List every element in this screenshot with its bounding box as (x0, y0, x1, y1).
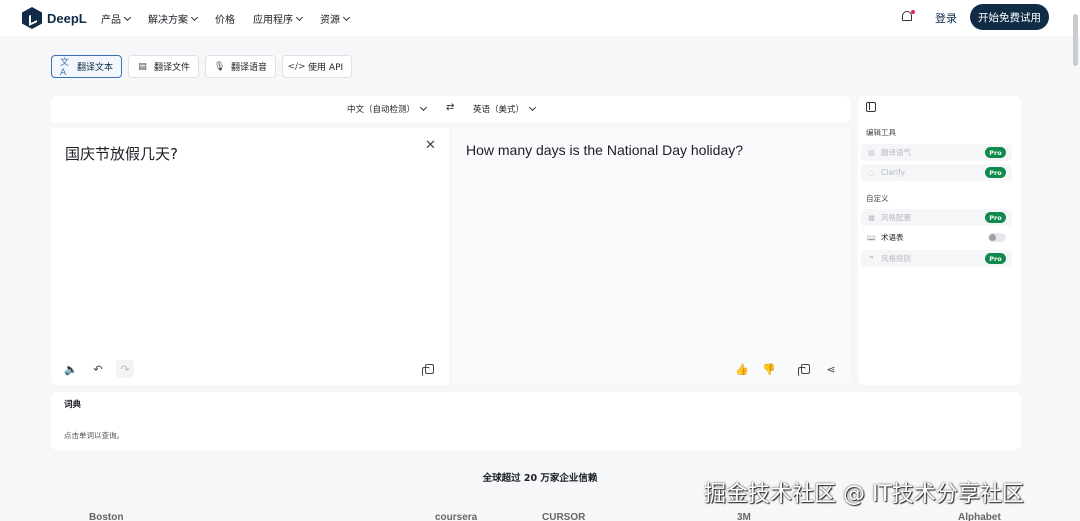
mic-icon: 🎙 (213, 61, 226, 72)
redo-icon[interactable]: ↷ (116, 360, 134, 378)
side-panel: 编辑工具 ▤ 翻译语气 Pro ◌ Clarify Pro 自定义 ▦ 风格配置… (858, 96, 1021, 385)
deepl-logo-icon (22, 7, 42, 29)
style-config-icon: ▦ (868, 213, 875, 222)
mode-tabs: 文A 翻译文本 ▤ 翻译文件 🎙 翻译语音 </> 使用 API (51, 55, 353, 78)
source-text-input[interactable]: 国庆节放假几天? (65, 143, 178, 164)
dictionary-panel: 词典 点击单词以查询。 (51, 392, 1021, 450)
pro-badge: Pro (985, 147, 1006, 158)
top-header: DeepL 产品 解决方案 价格 应用程序 资源 登录 开始免费试用 (0, 0, 1080, 36)
side-item-tone[interactable]: ▤ 翻译语气 Pro (861, 144, 1012, 161)
copy-translation-icon[interactable] (796, 360, 814, 378)
section-customize: 自定义 (866, 194, 889, 203)
nav-solutions[interactable]: 解决方案 (148, 11, 199, 26)
section-edit-tools: 编辑工具 (866, 128, 896, 137)
main-nav: 产品 解决方案 价格 应用程序 资源 (101, 11, 351, 26)
chevron-down-icon (295, 13, 304, 21)
notification-dot (911, 10, 915, 14)
source-language-select[interactable]: 中文（自动检测） (347, 103, 428, 115)
tab-translate-voice[interactable]: 🎙 翻译语音 (205, 55, 277, 78)
translation-output: How many days is the National Day holida… (466, 142, 744, 158)
nav-resources[interactable]: 资源 (320, 11, 351, 26)
pro-badge: Pro (985, 253, 1006, 264)
nav-products[interactable]: 产品 (101, 11, 132, 26)
nav-apps[interactable]: 应用程序 (253, 11, 304, 26)
translate-icon: 文A (60, 58, 70, 78)
logo-boston: Boston (89, 512, 124, 521)
chevron-down-icon (342, 13, 351, 21)
side-item-style-config[interactable]: ▦ 风格配置 Pro (861, 209, 1012, 226)
customer-logos: Boston coursera CURSOR 3M Alphabet (0, 510, 1080, 521)
target-language-select[interactable]: 英语（美式） (473, 103, 537, 115)
clear-text-icon[interactable]: ✕ (425, 138, 436, 153)
watermark: 掘金技术社区 @ IT技术分享社区 (704, 482, 1024, 507)
logo-alphabet: Alphabet (958, 512, 1001, 521)
chevron-down-icon (528, 103, 537, 112)
start-free-trial-button[interactable]: 开始免费试用 (970, 4, 1049, 30)
chevron-down-icon (123, 13, 132, 21)
clarify-icon: ◌ (868, 168, 875, 177)
side-item-style-rules[interactable]: ❞ 风格规则 Pro (861, 250, 1012, 267)
glossary-toggle[interactable] (988, 233, 1006, 242)
thumbs-down-icon[interactable]: 👎 (760, 360, 778, 378)
nav-pricing[interactable]: 价格 (215, 11, 235, 26)
logo-coursera: coursera (435, 512, 478, 521)
source-text-pane[interactable]: 国庆节放假几天? ✕ 🔈 ↶ ↷ (51, 128, 449, 385)
quote-icon: ❞ (869, 254, 874, 263)
dictionary-title: 词典 (64, 400, 82, 410)
side-item-glossary[interactable]: 📖 术语表 (861, 229, 1012, 246)
login-link[interactable]: 登录 (935, 10, 957, 26)
code-icon: </> (287, 61, 306, 72)
book-icon: 📖 (867, 233, 876, 242)
dictionary-hint: 点击单词以查询。 (64, 431, 124, 440)
panel-toggle-icon[interactable] (866, 102, 876, 112)
tab-use-api[interactable]: </> 使用 API (282, 55, 353, 78)
tab-translate-text[interactable]: 文A 翻译文本 (51, 55, 123, 78)
speaker-icon[interactable]: 🔈 (62, 360, 80, 378)
undo-icon[interactable]: ↶ (89, 360, 107, 378)
deepl-logo[interactable]: DeepL (22, 7, 87, 29)
tone-icon: ▤ (868, 148, 875, 157)
logo-3m: 3M (737, 512, 751, 521)
file-icon: ▤ (138, 61, 147, 72)
chevron-down-icon (419, 103, 428, 112)
target-text-pane: How many days is the National Day holida… (452, 128, 850, 385)
pro-badge: Pro (985, 167, 1006, 178)
notification-bell-icon[interactable] (900, 10, 915, 24)
brand-name: DeepL (47, 10, 87, 26)
page-scrollbar[interactable] (1073, 14, 1078, 66)
swap-languages-icon[interactable]: ⇄ (446, 102, 454, 113)
logo-cursor: CURSOR (542, 512, 586, 521)
tab-translate-file[interactable]: ▤ 翻译文件 (128, 55, 200, 78)
share-icon[interactable]: ⋖ (822, 360, 840, 378)
language-bar: 中文（自动检测） ⇄ 英语（美式） (51, 96, 850, 122)
chevron-down-icon (190, 13, 199, 21)
side-item-clarify[interactable]: ◌ Clarify Pro (861, 164, 1012, 181)
copy-source-icon[interactable] (420, 360, 438, 378)
thumbs-up-icon[interactable]: 👍 (733, 360, 751, 378)
pro-badge: Pro (985, 212, 1006, 223)
